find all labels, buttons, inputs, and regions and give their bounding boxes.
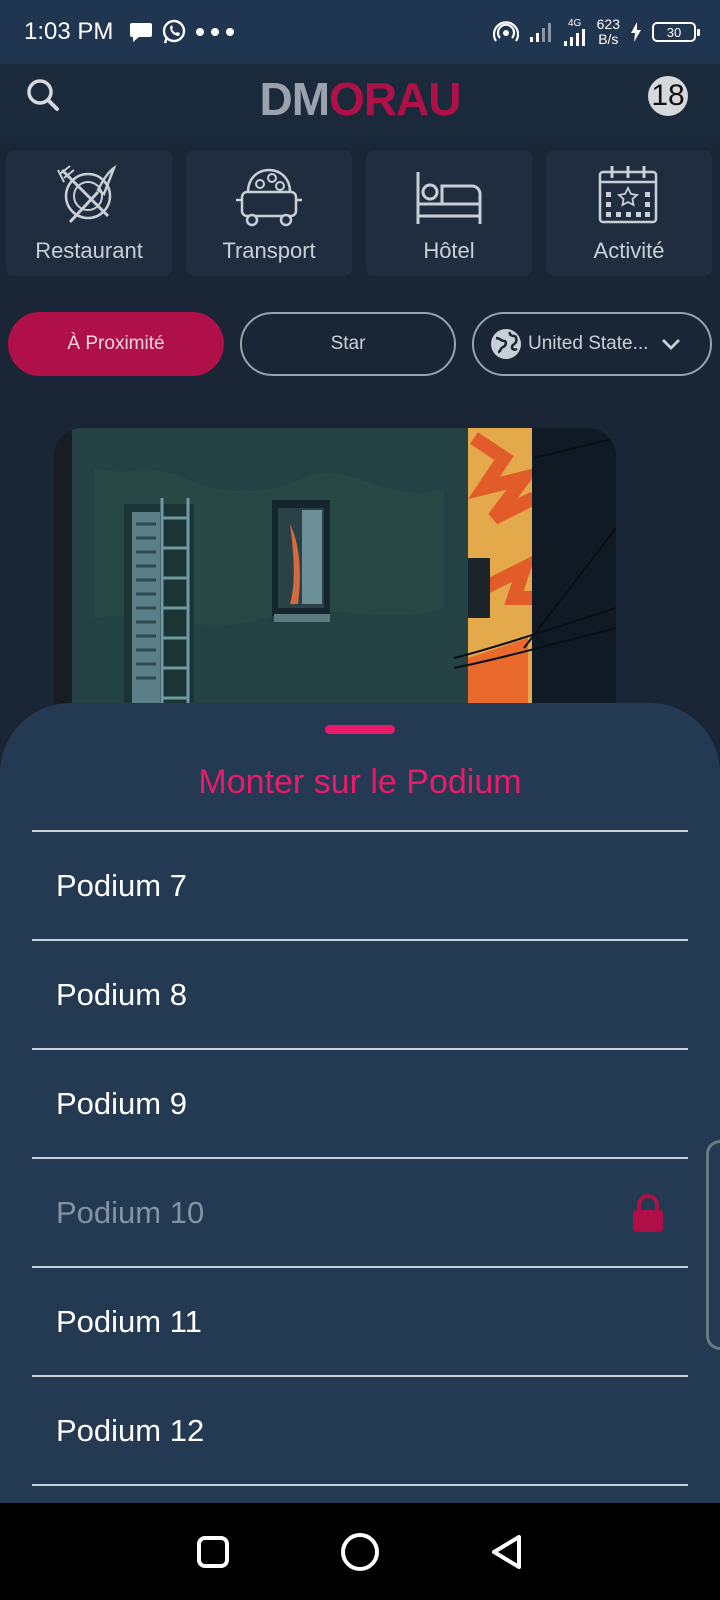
notification-icons [129, 19, 235, 45]
battery-indicator: 30 [652, 22, 700, 42]
globe-icon [491, 329, 521, 359]
signal-icon [529, 23, 551, 42]
podium-label: Podium 11 [56, 1303, 202, 1339]
podium-item-7[interactable]: Podium 7 [32, 832, 688, 941]
square-recents-icon [197, 1535, 230, 1568]
count-badge[interactable]: 18 [648, 76, 688, 116]
category-activity[interactable]: Activité [546, 150, 712, 276]
system-nav-bar [0, 1503, 720, 1600]
category-label: Transport [222, 238, 316, 263]
transport-icon [236, 168, 302, 227]
hotel-icon [416, 172, 482, 224]
podium-item-11[interactable]: Podium 11 [32, 1268, 688, 1377]
circle-home-icon [340, 1532, 379, 1571]
signal-4g: 4G [563, 18, 587, 47]
country-select[interactable]: United State... [472, 312, 712, 376]
back-button[interactable] [483, 1528, 531, 1576]
more-dots-icon [196, 28, 235, 36]
podium-bottom-sheet: Monter sur le Podium Podium 7 Podium 8 P… [0, 703, 720, 1503]
category-hotel[interactable]: Hôtel [366, 150, 532, 276]
charging-bolt-icon [631, 22, 641, 42]
category-row: Restaurant Transport Hôtel Activité [0, 150, 720, 280]
podium-item-10[interactable]: Podium 10 [32, 1159, 688, 1268]
status-bar: 1:03 PM 4G 623 B/s 30 [0, 0, 720, 64]
whatsapp-icon [163, 19, 186, 44]
chat-bubble-icon [130, 23, 153, 42]
country-select-label: United State... [528, 333, 649, 354]
hotspot-icon [492, 21, 519, 42]
building-illustration [54, 428, 616, 728]
activity-calendar-icon [598, 166, 658, 224]
home-button[interactable] [336, 1528, 384, 1576]
category-label: Hôtel [423, 238, 475, 263]
category-restaurant[interactable]: Restaurant [6, 150, 172, 276]
podium-label: Podium 9 [56, 1085, 187, 1121]
podium-label: Podium 10 [56, 1194, 205, 1230]
side-scroll-tab[interactable] [706, 1140, 720, 1350]
place-image[interactable] [54, 428, 616, 728]
triangle-back-icon [491, 1534, 521, 1569]
recents-button[interactable] [189, 1528, 237, 1576]
podium-label: Podium 12 [56, 1412, 205, 1448]
signal-4g-icon [563, 28, 585, 46]
lock-icon [633, 1193, 663, 1232]
sheet-title: Monter sur le Podium [198, 763, 522, 801]
app-logo: DMORAU [259, 73, 462, 125]
podium-item-9[interactable]: Podium 9 [32, 1050, 688, 1159]
podium-label: Podium 8 [56, 976, 187, 1012]
net-speed: 623 B/s [596, 16, 620, 47]
chevron-down-icon [662, 339, 681, 350]
podium-label: Podium 7 [56, 867, 187, 903]
filter-nearby-button[interactable]: À Proximité [8, 312, 224, 376]
category-label: Restaurant [35, 238, 143, 263]
status-time: 1:03 PM [24, 18, 114, 45]
sheet-drag-handle[interactable] [325, 725, 395, 734]
podium-list: Podium 7 Podium 8 Podium 9 Podium 10 Pod… [32, 830, 688, 1486]
filter-bar: À Proximité Star United State... [0, 312, 720, 378]
category-label: Activité [593, 238, 665, 263]
status-right: 4G 623 B/s 30 [492, 16, 700, 47]
restaurant-icon [57, 164, 117, 224]
podium-item-12[interactable]: Podium 12 [32, 1377, 688, 1486]
category-transport[interactable]: Transport [186, 150, 352, 276]
app-header: DMORAU 18 [0, 64, 720, 142]
filter-star-button[interactable]: Star [240, 312, 456, 376]
podium-item-8[interactable]: Podium 8 [32, 941, 688, 1050]
